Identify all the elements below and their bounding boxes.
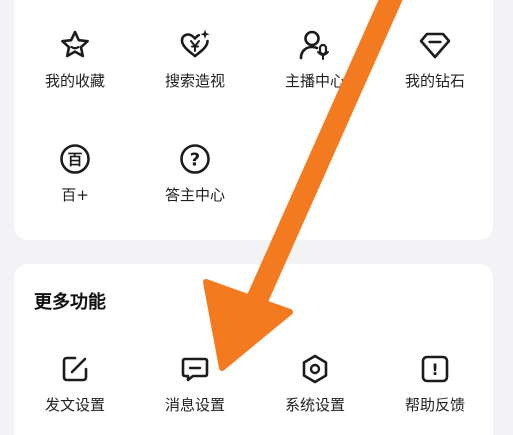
settings-screen: 我的收藏 搜索造视 主播中心 我的钻石 百 百+ ? 答主中心 更多功能 发文设…: [0, 0, 513, 435]
my-diamonds-label: 我的钻石: [404, 72, 465, 90]
post-settings-item[interactable]: 发文设置: [20, 350, 130, 414]
svg-text:!: !: [431, 360, 438, 379]
question-icon: ?: [176, 140, 214, 178]
bai-badge-icon: 百: [56, 140, 94, 178]
section-title: 更多功能: [34, 292, 106, 313]
bai-plus-label: 百+: [61, 186, 89, 204]
favorites-item[interactable]: 我的收藏: [20, 26, 130, 90]
message-settings-label: 消息设置: [164, 396, 225, 414]
post-settings-label: 发文设置: [44, 396, 105, 414]
host-center-label: 主播中心: [284, 72, 345, 90]
help-feedback-item[interactable]: ! 帮助反馈: [380, 350, 490, 414]
search-view-label: 搜索造视: [164, 72, 225, 90]
my-diamonds-item[interactable]: 我的钻石: [380, 26, 490, 90]
message-settings-item[interactable]: 消息设置: [140, 350, 250, 414]
heart-sparkle-icon: [176, 26, 214, 64]
system-settings-label: 系统设置: [284, 396, 345, 414]
hexagon-settings-icon: [296, 350, 334, 388]
star-icon: [56, 26, 94, 64]
svg-text:?: ?: [190, 150, 200, 171]
favorites-label: 我的收藏: [44, 72, 105, 90]
host-center-item[interactable]: 主播中心: [260, 26, 370, 90]
message-icon: [176, 350, 214, 388]
diamond-icon: [416, 26, 454, 64]
help-feedback-icon: !: [416, 350, 454, 388]
search-view-item[interactable]: 搜索造视: [140, 26, 250, 90]
help-feedback-label: 帮助反馈: [404, 396, 465, 414]
svg-text:百: 百: [67, 151, 82, 169]
system-settings-item[interactable]: 系统设置: [260, 350, 370, 414]
host-mic-icon: [296, 26, 334, 64]
answerer-center-label: 答主中心: [164, 186, 225, 204]
bai-plus-item[interactable]: 百 百+: [20, 140, 130, 204]
answerer-center-item[interactable]: ? 答主中心: [140, 140, 250, 204]
edit-square-icon: [56, 350, 94, 388]
